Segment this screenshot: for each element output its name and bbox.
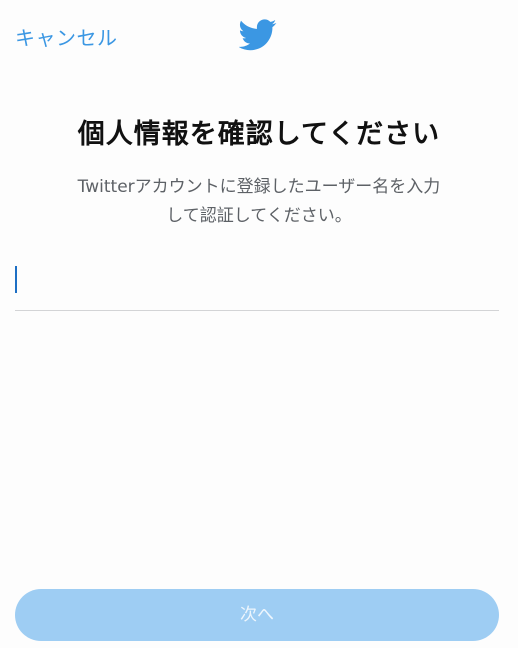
- twitter-bird-icon: [239, 19, 277, 51]
- username-field[interactable]: [15, 258, 499, 311]
- page-description: Twitterアカウントに登録したユーザー名を入力 して認証してください。: [40, 173, 478, 231]
- description-line-2: して認証してください。: [166, 206, 352, 226]
- verify-identity-screen: キャンセル 個人情報を確認してください Twitterアカウントに登録したユーザ…: [0, 0, 518, 648]
- header: キャンセル: [0, 0, 518, 72]
- cancel-button[interactable]: キャンセル: [15, 22, 118, 51]
- text-caret: [15, 266, 17, 293]
- username-input[interactable]: [15, 262, 499, 302]
- page-title: 個人情報を確認してください: [77, 119, 441, 150]
- next-button[interactable]: 次へ: [15, 589, 499, 641]
- description-line-1: Twitterアカウントに登録したユーザー名を入力: [77, 177, 441, 197]
